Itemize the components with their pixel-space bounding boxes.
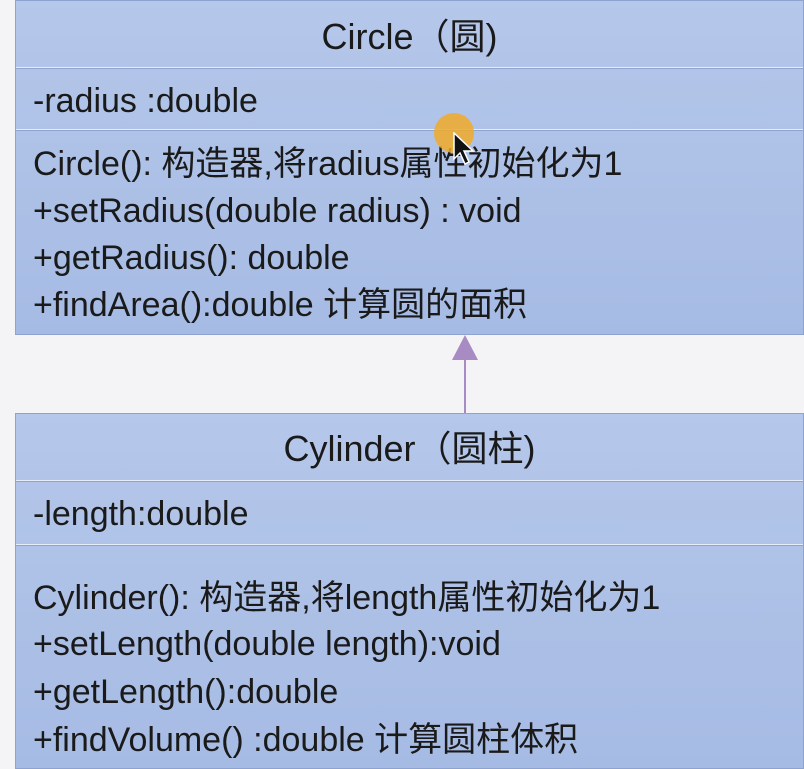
operation-circle-constructor: Circle(): 构造器,将radius属性初始化为1 <box>33 145 623 183</box>
operation-set-radius: +setRadius(double radius) : void <box>33 192 522 230</box>
attribute-radius: -radius :double <box>33 82 258 120</box>
divider-cylinder-name-attributes <box>16 480 803 482</box>
inheritance-arrow-icon <box>452 335 478 416</box>
divider-circle-attributes-operations <box>16 129 803 131</box>
class-name-cylinder: Cylinder（圆柱) <box>283 428 536 469</box>
operation-set-length: +setLength(double length):void <box>33 625 501 663</box>
class-box-cylinder: Cylinder（圆柱) -length:double Cylinder(): … <box>15 413 804 769</box>
mouse-pointer-icon <box>453 132 475 166</box>
divider-circle-name-attributes <box>16 67 803 69</box>
class-name-circle: Circle（圆) <box>321 16 498 57</box>
operation-find-area: +findArea():double 计算圆的面积 <box>33 286 528 324</box>
operation-find-volume: +findVolume() :double 计算圆柱体积 <box>33 721 579 759</box>
divider-cylinder-attributes-operations <box>16 544 803 546</box>
class-box-circle: Circle（圆) -radius :double Circle(): 构造器,… <box>15 0 804 335</box>
operation-get-length: +getLength():double <box>33 673 339 711</box>
attribute-length: -length:double <box>33 495 249 533</box>
operation-get-radius: +getRadius(): double <box>33 239 350 277</box>
operation-cylinder-constructor: Cylinder(): 构造器,将length属性初始化为1 <box>33 579 661 617</box>
